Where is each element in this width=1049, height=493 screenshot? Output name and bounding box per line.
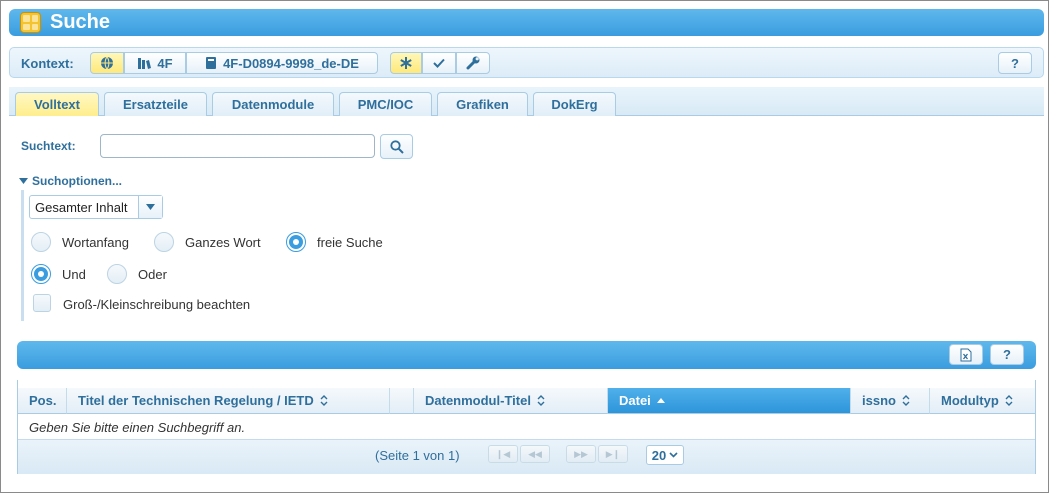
column-header-pos[interactable]: Pos. <box>18 388 67 414</box>
column-header-label: Titel der Technischen Regelung / IETD <box>78 393 314 408</box>
radio-wortanfang-label: Wortanfang <box>62 235 129 250</box>
books-icon <box>138 58 152 69</box>
column-header-blank[interactable] <box>390 388 414 414</box>
search-button[interactable] <box>380 134 413 159</box>
case-sensitive-label: Groß-/Kleinschreibung beachten <box>63 297 251 312</box>
wrench-button[interactable] <box>456 52 490 74</box>
radio-ganzes-wort[interactable] <box>154 232 174 252</box>
tab-volltext[interactable]: Volltext <box>15 92 99 116</box>
title-bar: Suche <box>9 9 1044 36</box>
excel-export-button[interactable] <box>949 344 983 365</box>
sort-ascending-icon <box>656 398 665 403</box>
context-toolbar: Kontext: 4F 4F-D0894-9998_de-DE ? <box>9 47 1044 78</box>
case-sensitive-checkbox[interactable] <box>33 294 51 312</box>
prev-page-icon: ◀◀ <box>528 448 542 459</box>
radio-freie-suche-label: freie Suche <box>317 235 383 250</box>
search-options-label: Suchoptionen... <box>32 174 122 188</box>
app-grid-icon <box>20 12 41 33</box>
tab-dokerg[interactable]: DokErg <box>533 92 616 116</box>
column-header-label: Pos. <box>29 393 57 408</box>
page-size-value: 20 <box>651 447 667 463</box>
first-page-button[interactable]: ❙◀ <box>488 445 518 463</box>
sort-icon <box>902 395 910 406</box>
scope-select-value: Gesamter Inhalt <box>35 199 128 215</box>
column-header-datenmodul-titel[interactable]: Datenmodul-Titel <box>414 388 608 414</box>
results-help-button[interactable]: ? <box>990 344 1024 365</box>
radio-freie-suche[interactable] <box>286 232 306 252</box>
search-input[interactable] <box>100 134 375 158</box>
pager-info: (Seite 1 von 1) <box>375 448 460 463</box>
radio-und-label: Und <box>62 267 86 282</box>
radio-ganzes-wort-label: Ganzes Wort <box>185 235 261 250</box>
tab-ersatzteile[interactable]: Ersatzteile <box>104 92 207 116</box>
next-page-icon: ▶▶ <box>574 448 588 459</box>
context-help-button[interactable]: ? <box>998 52 1032 74</box>
tab-pmc-ioc[interactable]: PMC/IOC <box>339 92 432 116</box>
tab-datenmodule[interactable]: Datenmodule <box>212 92 334 116</box>
window-title: Suche <box>50 11 111 33</box>
document-button[interactable]: 4F-D0894-9998_de-DE <box>186 52 378 74</box>
radio-oder-label: Oder <box>138 267 167 282</box>
globe-button[interactable] <box>90 52 124 74</box>
options-panel-bar <box>21 190 24 321</box>
column-header-modultyp[interactable]: Modultyp <box>930 388 1035 414</box>
column-header-label: Datenmodul-Titel <box>425 393 531 408</box>
radio-und[interactable] <box>31 264 51 284</box>
prev-page-button[interactable]: ◀◀ <box>520 445 550 463</box>
tab-grafiken[interactable]: Grafiken <box>437 92 528 116</box>
sort-icon <box>537 395 545 406</box>
last-page-button[interactable]: ▶❙ <box>598 445 628 463</box>
context-label: Kontext: <box>21 56 74 71</box>
check-icon <box>433 58 445 68</box>
column-header-label: Datei <box>619 393 651 408</box>
search-window: Suche Kontext: 4F 4F-D0894-9998_de-DE ? … <box>0 0 1049 493</box>
model-button[interactable]: 4F <box>124 52 186 74</box>
wrench-icon <box>466 56 480 70</box>
search-options-toggle[interactable]: Suchoptionen... <box>19 174 122 188</box>
radio-wortanfang[interactable] <box>31 232 51 252</box>
column-header-datei[interactable]: Datei <box>608 388 851 414</box>
excel-icon <box>960 348 972 361</box>
check-button[interactable] <box>422 52 456 74</box>
chevron-down-icon <box>138 196 162 218</box>
triangle-down-icon <box>19 178 28 184</box>
tab-strip: Volltext Ersatzteile Datenmodule PMC/IOC… <box>9 87 1044 116</box>
last-page-icon: ▶❙ <box>605 448 621 459</box>
globe-icon <box>101 56 113 70</box>
empty-message: Geben Sie bitte einen Suchbegriff an. <box>29 419 246 435</box>
column-header-titel[interactable]: Titel der Technischen Regelung / IETD <box>67 388 390 414</box>
sort-icon <box>1005 395 1013 406</box>
asterisk-button[interactable] <box>390 52 422 74</box>
asterisk-icon <box>400 57 412 69</box>
next-page-button[interactable]: ▶▶ <box>566 445 596 463</box>
column-header-issno[interactable]: issno <box>851 388 930 414</box>
chevron-down-icon <box>669 452 678 458</box>
sort-icon <box>320 395 328 406</box>
scope-select[interactable]: Gesamter Inhalt <box>29 195 163 219</box>
search-label: Suchtext: <box>21 139 76 153</box>
results-toolbar: ? <box>17 341 1036 369</box>
document-label: 4F-D0894-9998_de-DE <box>223 55 359 71</box>
column-header-label: issno <box>862 393 896 408</box>
book-icon <box>206 57 217 69</box>
pager: (Seite 1 von 1) ❙◀ ◀◀ ▶▶ ▶❙ 20 <box>18 439 1035 474</box>
column-header-label: Modultyp <box>941 393 999 408</box>
page-size-select[interactable]: 20 <box>646 445 684 465</box>
model-label: 4F <box>157 55 173 71</box>
first-page-icon: ❙◀ <box>495 448 511 459</box>
search-icon <box>389 139 404 154</box>
radio-oder[interactable] <box>107 264 127 284</box>
